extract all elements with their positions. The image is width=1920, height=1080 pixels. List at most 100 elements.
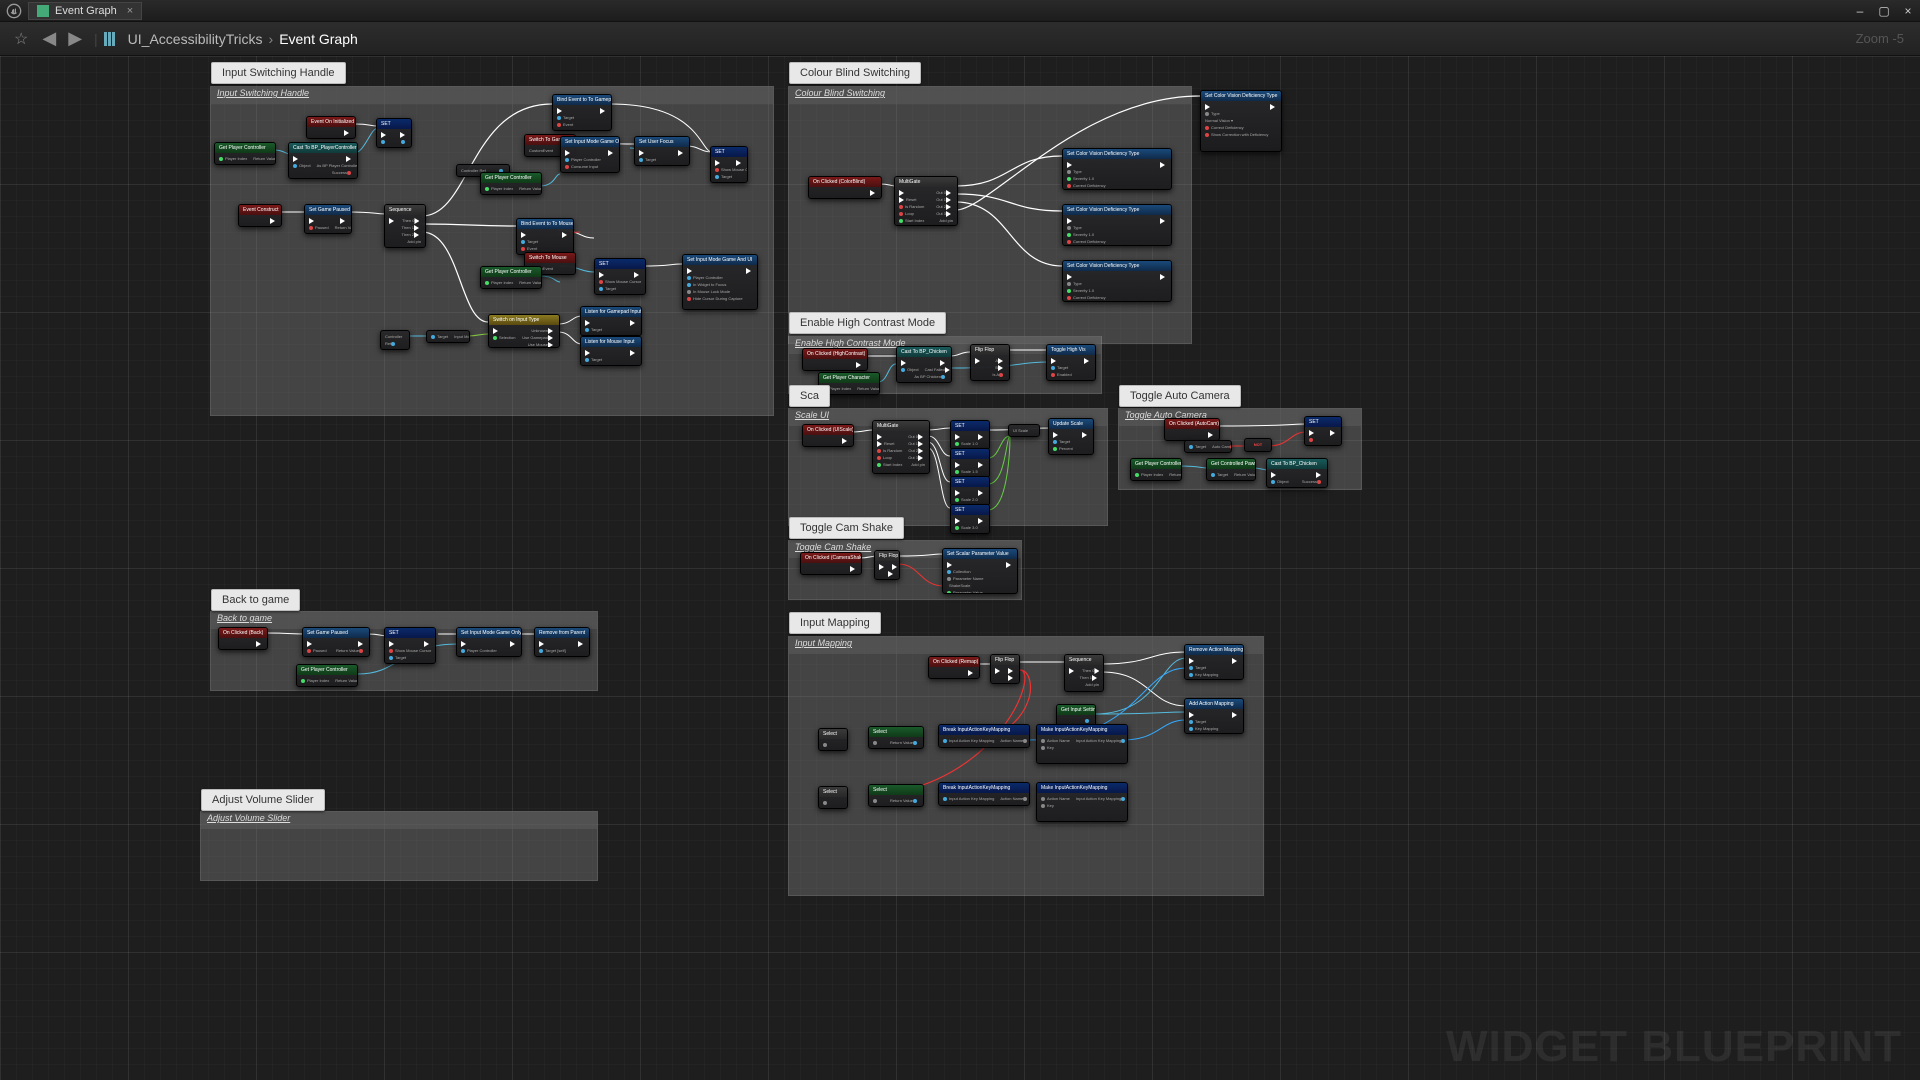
node-flipflop-remap[interactable]: Flip Flop — [990, 654, 1020, 684]
node-target-autocam[interactable]: TargetAuto Cam — [1184, 440, 1232, 453]
favorite-icon[interactable]: ☆ — [14, 29, 28, 49]
node-multigate-scale[interactable]: MultiGate Out 0 ResetOut 1 Is RandomOut … — [872, 420, 930, 474]
nav-back-button[interactable]: ◀ — [42, 28, 56, 49]
node-on-clicked-autocam[interactable]: On Clicked (AutoCam) — [1164, 418, 1220, 441]
window-minimize-button[interactable]: – — [1848, 4, 1872, 18]
node-select-2[interactable]: SelectReturn Value — [868, 784, 924, 807]
node-get-controlled-pawn[interactable]: Get Controlled PawnTargetReturn Value — [1206, 458, 1256, 481]
node-set-scalar-param[interactable]: Set Scalar Parameter Value Collection Pa… — [942, 548, 1018, 594]
comment-area-input-switching[interactable]: Input Switching Handle — [210, 86, 774, 416]
node-get-player-controller[interactable]: Get Player Controller Player IndexReturn… — [214, 142, 276, 165]
comment-label-back-to-game[interactable]: Back to game — [211, 589, 300, 611]
node-event-on-initialized[interactable]: Event On Initialized — [306, 116, 356, 139]
node-select-key-1[interactable]: Select — [818, 728, 848, 751]
node-switch-on-input-type[interactable]: Switch on Input Type Unknown SelectionUs… — [488, 314, 560, 348]
editor-tab[interactable]: Event Graph × — [28, 2, 142, 20]
node-on-clicked-colorblind[interactable]: On Clicked (ColorBlind) — [808, 176, 882, 199]
comment-label-adjust-volume[interactable]: Adjust Volume Slider — [201, 789, 325, 811]
breadcrumb-parent[interactable]: UI_AccessibilityTricks — [128, 31, 263, 47]
comment-label-input-mapping[interactable]: Input Mapping — [789, 612, 881, 634]
node-set-scale-2[interactable]: SETScale 1.5 — [950, 448, 990, 478]
node-set-game-paused[interactable]: Set Game Paused PausedReturn Value — [304, 204, 352, 234]
node-set-cvd-type-2[interactable]: Set Color Vision Deficiency Type TypeSev… — [1062, 204, 1172, 246]
node-toggle-high-vis[interactable]: Toggle High Vis TargetEnabled — [1046, 344, 1096, 381]
node-cast-bp-chicken[interactable]: Cast To BP_Chicken ObjectCast FailedAs B… — [896, 346, 952, 383]
chevron-right-icon: › — [269, 31, 274, 47]
node-set-cvd-type-1[interactable]: Set Color Vision Deficiency Type TypeSev… — [1062, 148, 1172, 190]
node-multigate[interactable]: MultiGate Out 0 ResetOut 1 Is RandomOut … — [894, 176, 958, 226]
comment-area-adjust-volume[interactable]: Adjust Volume Slider — [200, 811, 598, 881]
node-set-cvd-type-normal[interactable]: Set Color Vision Deficiency Type Type No… — [1200, 90, 1282, 152]
node-cast-bp-player-controller[interactable]: Cast To BP_PlayerController ObjectAs BP … — [288, 142, 358, 179]
node-set-variable[interactable]: SET — [376, 118, 412, 148]
node-set-show-cursor-back[interactable]: SETShow Mouse CursorTarget — [384, 627, 436, 664]
node-flipflop[interactable]: Flip Flop ABIs A — [970, 344, 1010, 381]
comment-area-title: Input Switching Handle — [211, 86, 773, 104]
node-set-scale-1[interactable]: SETScale 1.0 — [950, 420, 990, 450]
node-on-clicked-uiscale[interactable]: On Clicked (UIScale) — [802, 424, 854, 447]
window-close-button[interactable]: × — [1896, 4, 1920, 18]
zoom-level-label: Zoom -5 — [1856, 31, 1904, 46]
blueprint-icon — [104, 32, 122, 46]
node-controller-ref-var[interactable]: Controller Ref — [380, 330, 410, 350]
node-set-cvd-type-3[interactable]: Set Color Vision Deficiency Type TypeSev… — [1062, 260, 1172, 302]
node-target-input-mode[interactable]: TargetInput Mode — [426, 330, 470, 343]
node-bind-event-mouse[interactable]: Bind Event to To Mouse TargetEvent — [516, 218, 574, 255]
node-listen-gamepad[interactable]: Listen for Gamepad Input Target — [580, 306, 642, 336]
node-add-action-mapping[interactable]: Add Action MappingTargetKey MappingForce… — [1184, 698, 1244, 734]
node-set-scale-3[interactable]: SETScale 2.0 — [950, 476, 990, 506]
breadcrumb-current[interactable]: Event Graph — [279, 31, 358, 47]
node-get-player-controller[interactable]: Get Player Controller Player IndexReturn… — [480, 172, 542, 195]
node-event-construct[interactable]: Event Construct — [238, 204, 282, 227]
graph-toolbar: ☆ ◀ ▶ | UI_AccessibilityTricks › Event G… — [0, 22, 1920, 56]
node-cast-bp-chicken-2[interactable]: Cast To BP_ChickenObjectSuccess — [1266, 458, 1328, 488]
node-break-iakm-2[interactable]: Break InputActionKeyMappingInput Action … — [938, 782, 1030, 806]
node-select-1[interactable]: SelectReturn Value — [868, 726, 924, 749]
node-set-game-paused-back[interactable]: Set Game PausedPausedReturn Value — [302, 627, 370, 657]
watermark-label: WIDGET BLUEPRINT — [1446, 1022, 1902, 1072]
comment-area-title: Adjust Volume Slider — [201, 811, 597, 829]
blueprint-graph-canvas[interactable]: Input Switching Handle Input Switching H… — [0, 56, 1920, 1080]
node-make-iakm-2[interactable]: Make InputActionKeyMappingAction NameInp… — [1036, 782, 1128, 822]
node-on-clicked-back[interactable]: On Clicked (Back) — [218, 627, 268, 650]
node-sequence-remap[interactable]: SequenceThen 0Then 1Add pin — [1064, 654, 1104, 692]
node-set-input-mode-game-and-ui[interactable]: Set Input Mode Game And UI Player Contro… — [682, 254, 758, 310]
comment-label-high-contrast[interactable]: Enable High Contrast Mode — [789, 312, 946, 334]
node-ui-scale-var[interactable]: UI Scale — [1008, 424, 1040, 437]
window-maximize-button[interactable]: ▢ — [1872, 4, 1896, 18]
window-titlebar: Event Graph × – ▢ × — [0, 0, 1920, 22]
comment-label-cam-shake[interactable]: Toggle Cam Shake — [789, 517, 904, 539]
node-get-player-controller-back[interactable]: Get Player ControllerPlayer IndexReturn … — [296, 664, 358, 687]
node-not[interactable]: NOT — [1244, 438, 1272, 452]
node-set-scale-4[interactable]: SETScale 3.0 — [950, 504, 990, 534]
node-flipflop-camshake[interactable]: Flip Flop — [874, 550, 900, 580]
graph-icon — [37, 5, 49, 17]
node-get-player-controller[interactable]: Get Player Controller Player IndexReturn… — [480, 266, 542, 289]
node-update-scale[interactable]: Update ScaleTargetPercent — [1048, 418, 1094, 455]
node-set-user-focus[interactable]: Set User Focus Target — [634, 136, 690, 166]
node-sequence[interactable]: Sequence Then 0 Then 1 Then 2 Add pin — [384, 204, 426, 248]
node-set-input-game-only-back[interactable]: Set Input Mode Game OnlyPlayer Controlle… — [456, 627, 522, 657]
node-listen-mouse[interactable]: Listen for Mouse Input Target — [580, 336, 642, 366]
node-set-show-cursor[interactable]: SET Show Mouse CursorTarget — [710, 146, 748, 183]
node-on-clicked-camshake[interactable]: On Clicked (CameraShake) — [800, 552, 862, 575]
node-remove-from-parent[interactable]: Remove from ParentTarget [self] — [534, 627, 590, 657]
comment-label-scale-ui[interactable]: Sca — [789, 385, 830, 407]
node-set-input-mode-game-only[interactable]: Set Input Mode Game Only Player Controll… — [560, 136, 620, 173]
node-select-key-2[interactable]: Select — [818, 786, 848, 809]
nav-forward-button[interactable]: ▶ — [68, 28, 82, 49]
node-on-clicked-remap[interactable]: On Clicked (Remap) — [928, 656, 980, 679]
node-break-iakm-1[interactable]: Break InputActionKeyMappingInput Action … — [938, 724, 1030, 748]
node-get-player-controller[interactable]: Get Player ControllerPlayer IndexReturn … — [1130, 458, 1182, 481]
tab-title: Event Graph — [55, 5, 117, 17]
comment-label-auto-camera[interactable]: Toggle Auto Camera — [1119, 385, 1241, 407]
node-bind-event-gamepad[interactable]: Bind Event to To Gamepad TargetEvent — [552, 94, 612, 131]
node-make-iakm-1[interactable]: Make InputActionKeyMappingAction NameInp… — [1036, 724, 1128, 764]
node-on-clicked-highcontrast[interactable]: On Clicked (HighContrast) — [802, 348, 868, 371]
node-set-autocam[interactable]: SET — [1304, 416, 1342, 446]
node-set-show-cursor[interactable]: SET Show Mouse CursorTarget — [594, 258, 646, 295]
tab-close-icon[interactable]: × — [127, 5, 133, 17]
comment-label-input-switching[interactable]: Input Switching Handle — [211, 62, 346, 84]
comment-label-colour-blind[interactable]: Colour Blind Switching — [789, 62, 921, 84]
node-remove-action-mapping[interactable]: Remove Action MappingTargetKey MappingFo… — [1184, 644, 1244, 680]
